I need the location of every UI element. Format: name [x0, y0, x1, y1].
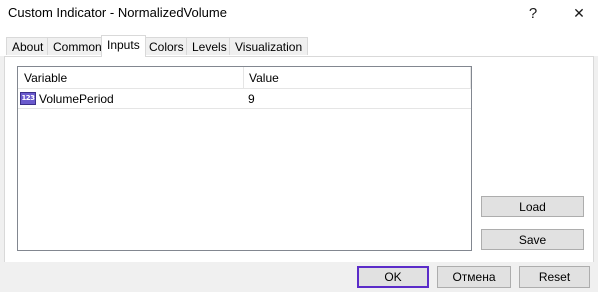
inputs-grid[interactable]: Variable Value 123 VolumePeriod 9 — [17, 66, 472, 251]
variable-name: VolumePeriod — [39, 92, 114, 106]
help-icon: ? — [528, 4, 538, 22]
column-separator[interactable] — [470, 67, 471, 88]
close-icon: ✕ — [573, 4, 585, 21]
tab-divider — [4, 56, 594, 57]
help-button[interactable]: ? — [516, 0, 550, 26]
reset-button[interactable]: Reset — [519, 266, 590, 288]
tab-common[interactable]: Common — [47, 37, 108, 55]
save-button[interactable]: Save — [481, 229, 584, 250]
table-row[interactable]: 123 VolumePeriod 9 — [18, 89, 471, 109]
window-title: Custom Indicator - NormalizedVolume — [8, 5, 227, 20]
column-header-value[interactable]: Value — [249, 71, 279, 85]
tab-levels[interactable]: Levels — [186, 37, 233, 55]
dialog-window: Custom Indicator - NormalizedVolume ? ✕ … — [0, 0, 598, 292]
integer-type-icon: 123 — [20, 92, 36, 105]
tab-bar: About Common Inputs Colors Levels Visual… — [0, 26, 598, 57]
cancel-button[interactable]: Отмена — [437, 266, 511, 288]
title-bar: Custom Indicator - NormalizedVolume ? ✕ — [0, 0, 598, 26]
tab-colors[interactable]: Colors — [143, 37, 190, 55]
tab-about[interactable]: About — [6, 37, 50, 55]
variable-value[interactable]: 9 — [248, 92, 255, 106]
grid-header: Variable Value — [18, 67, 471, 89]
tab-visualization[interactable]: Visualization — [229, 37, 309, 55]
ok-button[interactable]: OK — [357, 266, 429, 288]
column-separator[interactable] — [243, 67, 244, 88]
load-button[interactable]: Load — [481, 196, 584, 217]
tab-inputs[interactable]: Inputs — [101, 35, 146, 57]
close-button[interactable]: ✕ — [562, 0, 596, 26]
column-header-variable[interactable]: Variable — [24, 71, 67, 85]
